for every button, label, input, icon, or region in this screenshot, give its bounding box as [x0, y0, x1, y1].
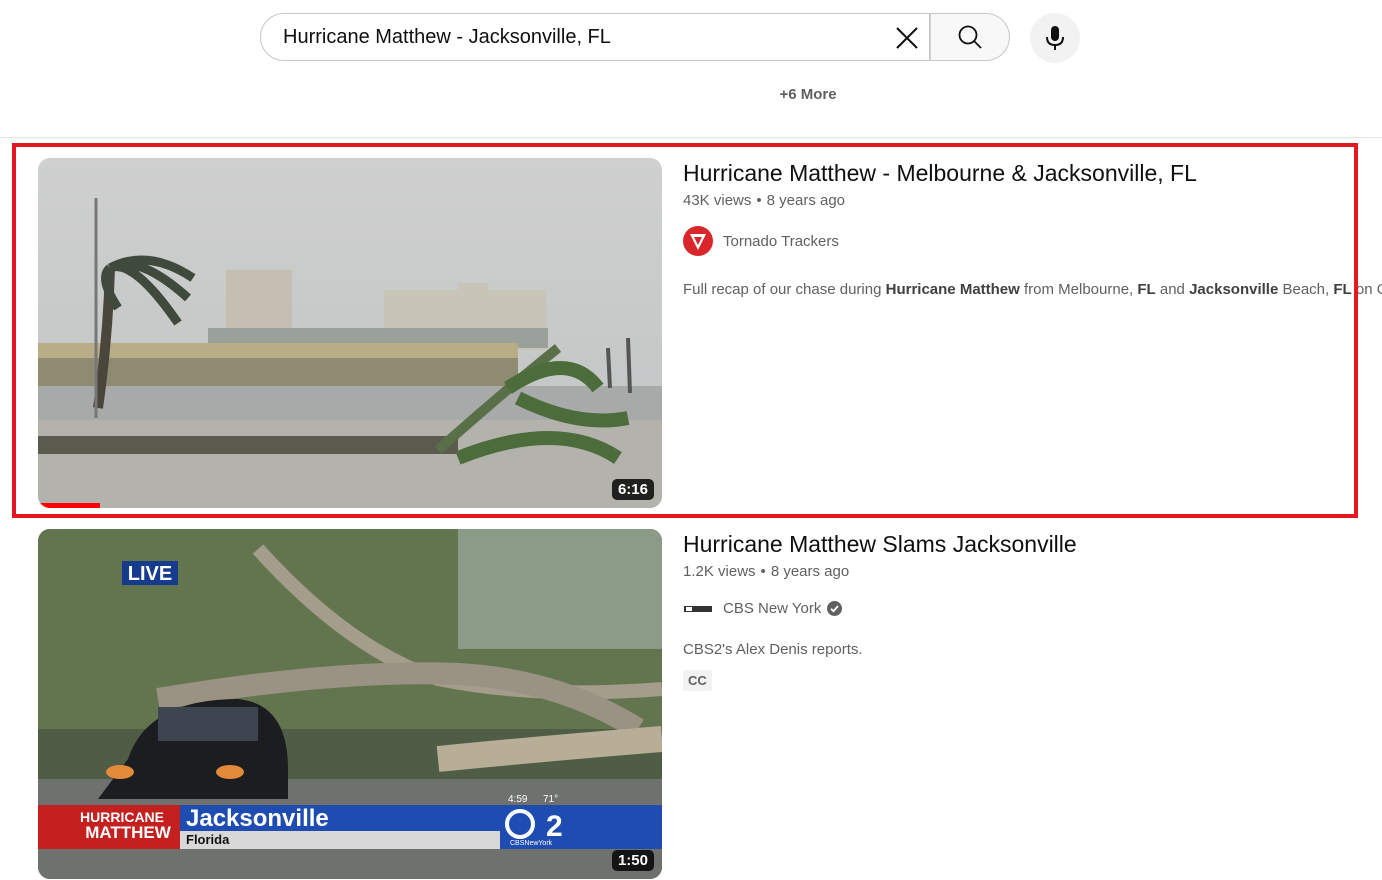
- channel-link[interactable]: Tornado Trackers: [683, 226, 1382, 256]
- video-thumbnail[interactable]: 6:16: [38, 158, 662, 508]
- video-description: Full recap of our chase during Hurricane…: [683, 281, 1382, 298]
- upload-age: 8 years ago: [766, 192, 846, 209]
- channel-name[interactable]: CBS New York: [723, 600, 821, 617]
- video-result: LIVE HURRICANE MATTHEW Jacksonville Flor…: [0, 529, 1382, 879]
- lower-third-city: Jacksonville: [186, 805, 329, 832]
- channel-link[interactable]: CBS New York: [683, 600, 1382, 617]
- search-icon: [958, 25, 982, 49]
- video-thumbnail[interactable]: LIVE HURRICANE MATTHEW Jacksonville Flor…: [38, 529, 662, 879]
- search-box[interactable]: [260, 13, 930, 61]
- video-stats: 43K views • 8 years ago: [683, 192, 846, 209]
- view-count: 1.2K views: [683, 563, 756, 580]
- live-badge: LIVE: [128, 563, 172, 585]
- video-stats: 1.2K views • 8 years ago: [683, 563, 850, 580]
- video-description: CBS2's Alex Denis reports.: [683, 641, 863, 658]
- video-duration: 6:16: [611, 479, 654, 500]
- microphone-icon: [1046, 26, 1064, 50]
- thumbnail-image: [38, 158, 662, 508]
- clear-search-button[interactable]: [891, 22, 923, 54]
- video-meta: Hurricane Matthew Slams Jacksonville 1.2…: [683, 529, 1382, 691]
- divider: [0, 137, 1382, 138]
- video-duration: 1:50: [611, 850, 654, 871]
- search-button[interactable]: [930, 13, 1010, 61]
- verified-checkmark-icon: [827, 601, 843, 616]
- channel-avatar[interactable]: [683, 226, 713, 256]
- lower-third-state: Florida: [186, 832, 230, 847]
- watch-progress-bar: [38, 503, 101, 508]
- channel-avatar[interactable]: [683, 602, 713, 616]
- search-input[interactable]: [281, 16, 865, 58]
- view-count: 43K views: [683, 192, 752, 209]
- search-bar: [260, 13, 1010, 63]
- video-meta: Hurricane Matthew - Melbourne & Jacksonv…: [683, 158, 1382, 298]
- video-title[interactable]: Hurricane Matthew - Melbourne & Jacksonv…: [683, 158, 1382, 188]
- more-filters-link[interactable]: +6 More: [760, 86, 856, 103]
- cbs2-logo: 2: [546, 810, 563, 843]
- overlay-temp: 71°: [543, 794, 558, 805]
- cc-badge: CC: [683, 670, 712, 691]
- overlay-time: 4:59: [508, 794, 528, 805]
- video-result: 6:16 Hurricane Matthew - Melbourne & Jac…: [0, 158, 1382, 508]
- video-title[interactable]: Hurricane Matthew Slams Jacksonville: [683, 529, 1382, 559]
- thumbnail-image: LIVE HURRICANE MATTHEW Jacksonville Flor…: [38, 529, 662, 879]
- upload-age: 8 years ago: [770, 563, 850, 580]
- banner-text-bottom: MATTHEW: [85, 823, 172, 842]
- cbs-logo-subtext: CBSNewYork: [510, 840, 553, 847]
- voice-search-button[interactable]: [1030, 13, 1080, 63]
- channel-name[interactable]: Tornado Trackers: [723, 233, 839, 250]
- close-icon: [896, 27, 918, 49]
